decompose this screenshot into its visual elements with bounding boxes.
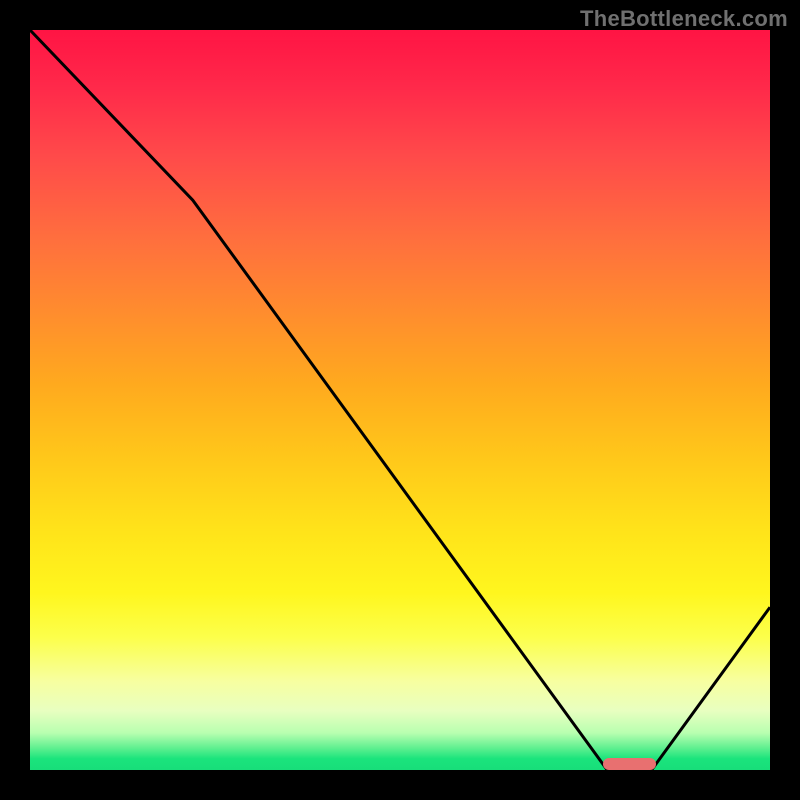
plot-area <box>30 30 770 770</box>
optimal-marker <box>603 758 655 770</box>
chart-frame: TheBottleneck.com <box>0 0 800 800</box>
background-gradient <box>30 30 770 770</box>
watermark-text: TheBottleneck.com <box>580 6 788 32</box>
